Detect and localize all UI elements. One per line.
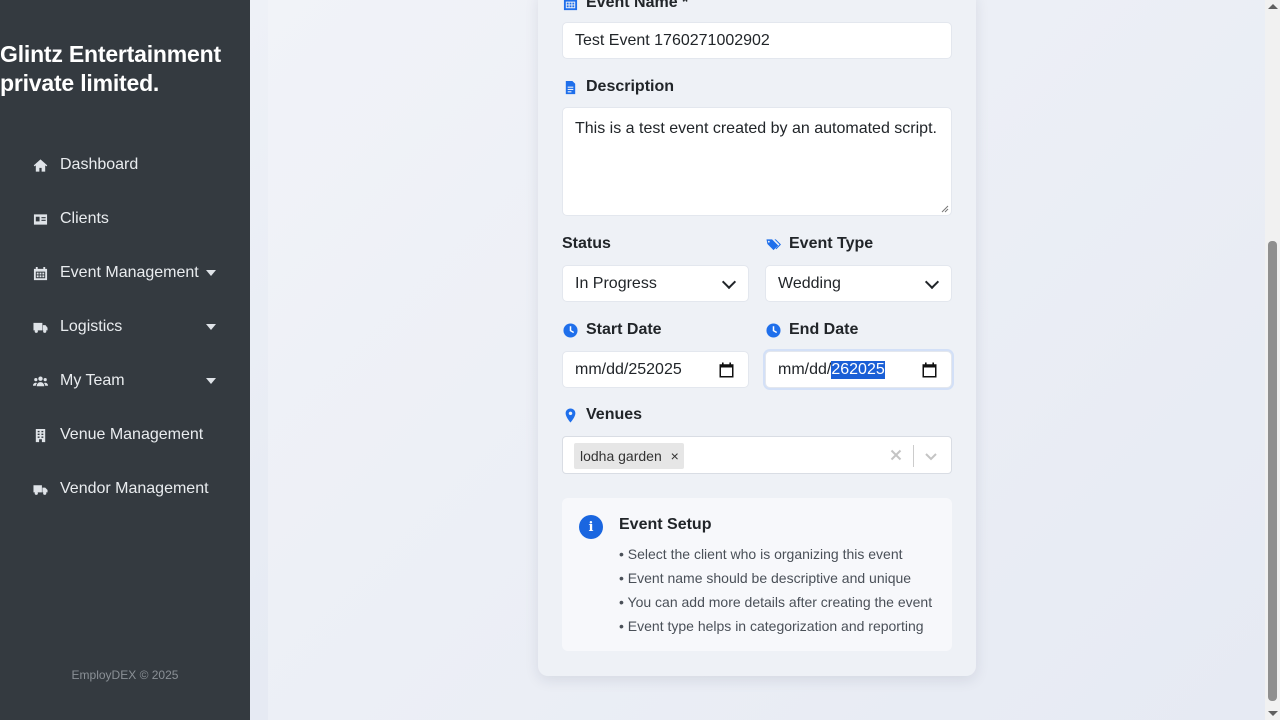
sidebar-item-label: Venue Management xyxy=(60,426,204,443)
building-icon xyxy=(32,427,48,443)
info-icon: i xyxy=(579,515,603,539)
home-icon xyxy=(32,157,48,173)
info-title: Event Setup xyxy=(619,516,712,533)
event-name-label-text: Event Name * xyxy=(586,0,689,11)
end-date-label-text: End Date xyxy=(789,321,859,338)
sidebar-item-label: Clients xyxy=(60,210,109,227)
event-setup-info-box: i Event Setup • Select the client who is… xyxy=(562,498,952,651)
chevron-down-icon xyxy=(206,324,216,330)
status-select[interactable]: In Progress xyxy=(562,265,749,302)
id-card-icon xyxy=(32,211,48,227)
end-date-prefix: mm/dd/ xyxy=(778,360,832,378)
sidebar-item-vendor-management[interactable]: Vendor Management xyxy=(32,477,222,501)
clock-icon xyxy=(562,322,578,338)
sidebar-item-label: Vendor Management xyxy=(60,480,209,497)
event-name-label: Event Name * xyxy=(562,0,688,12)
tags-icon xyxy=(765,236,781,252)
sidebar-item-dashboard[interactable]: Dashboard xyxy=(32,153,222,177)
map-marker-icon xyxy=(562,407,578,423)
indicator-separator xyxy=(913,445,914,467)
sidebar-footer: EmployDEX © 2025 xyxy=(71,668,179,682)
list-item: • Event type helps in categorization and… xyxy=(619,618,924,634)
venue-chip: lodha garden × xyxy=(574,443,684,469)
sidebar-item-clients[interactable]: Clients xyxy=(32,207,222,231)
scroll-down-arrow-icon[interactable] xyxy=(1268,711,1278,716)
sidebar-item-label: Logistics xyxy=(60,318,123,335)
company-name: Glintz Entertainment private limited. xyxy=(0,40,250,98)
venues-label-text: Venues xyxy=(586,406,643,423)
end-date-label: End Date xyxy=(765,321,858,339)
start-date-input[interactable]: mm/dd/252025 xyxy=(562,351,749,388)
chevron-down-icon xyxy=(924,274,940,289)
remove-chip-button[interactable]: × xyxy=(666,443,684,469)
resize-handle-icon[interactable] xyxy=(941,205,949,213)
description-label: Description xyxy=(562,78,674,96)
description-label-text: Description xyxy=(586,78,675,95)
company-name-line1: Glintz Entertainment xyxy=(0,41,221,67)
calendar-picker-icon[interactable] xyxy=(922,362,937,378)
company-name-line2: private limited. xyxy=(0,70,160,96)
venues-label: Venues xyxy=(562,406,642,424)
scrollbar-thumb[interactable] xyxy=(1268,241,1277,701)
end-date-selected-segment: 262025 xyxy=(831,360,885,379)
sidebar-item-label: Dashboard xyxy=(60,156,139,173)
clock-icon xyxy=(765,322,781,338)
scroll-up-arrow-icon[interactable] xyxy=(1268,4,1278,9)
start-date-value: mm/dd/252025 xyxy=(575,360,682,378)
document-icon xyxy=(562,79,578,95)
list-item: • You can add more details after creatin… xyxy=(619,594,933,610)
sidebar-item-logistics[interactable]: Logistics xyxy=(32,315,222,339)
status-label-text: Status xyxy=(562,235,611,252)
clear-icon[interactable] xyxy=(887,446,905,464)
event-name-value: Test Event 1760271002902 xyxy=(575,31,770,49)
event-name-input[interactable]: Test Event 1760271002902 xyxy=(562,22,952,59)
users-icon xyxy=(32,373,48,389)
status-value: In Progress xyxy=(575,274,657,292)
start-date-label: Start Date xyxy=(562,321,662,339)
chevron-down-icon xyxy=(721,274,737,289)
venues-multiselect[interactable]: lodha garden × xyxy=(562,436,952,474)
description-textarea[interactable]: This is a test event created by an autom… xyxy=(562,107,952,216)
venue-chip-label: lodha garden xyxy=(580,448,662,464)
calendar-icon xyxy=(562,0,578,11)
event-type-label-text: Event Type xyxy=(789,235,874,252)
start-date-label-text: Start Date xyxy=(586,321,662,338)
chevron-down-icon xyxy=(206,270,216,276)
chevron-down-icon[interactable] xyxy=(922,447,940,465)
sidebar-item-my-team[interactable]: My Team xyxy=(32,369,222,393)
sidebar-item-event-management[interactable]: Event Management xyxy=(32,261,222,285)
calendar-picker-icon[interactable] xyxy=(719,362,734,378)
sidebar-item-label: My Team xyxy=(60,372,125,389)
info-list: • Select the client who is organizing th… xyxy=(619,542,932,638)
truck-icon xyxy=(32,319,48,335)
calendar-icon xyxy=(32,265,48,281)
shipping-icon xyxy=(32,481,48,497)
sidebar-item-label: Event Management xyxy=(60,264,199,281)
chevron-down-icon xyxy=(206,378,216,384)
description-value: This is a test event created by an autom… xyxy=(575,120,937,137)
sidebar-item-venue-management[interactable]: Venue Management xyxy=(32,423,222,447)
end-date-input[interactable]: mm/dd/262025 xyxy=(765,351,952,388)
event-type-select[interactable]: Wedding xyxy=(765,265,952,302)
status-label: Status xyxy=(562,235,611,253)
list-item: • Event name should be descriptive and u… xyxy=(619,570,912,586)
event-type-label: Event Type xyxy=(765,235,873,253)
page-scrollbar[interactable] xyxy=(1265,0,1280,720)
list-item: • Select the client who is organizing th… xyxy=(619,546,903,562)
sidebar: Glintz Entertainment private limited. Da… xyxy=(0,0,250,720)
event-type-value: Wedding xyxy=(778,274,841,292)
